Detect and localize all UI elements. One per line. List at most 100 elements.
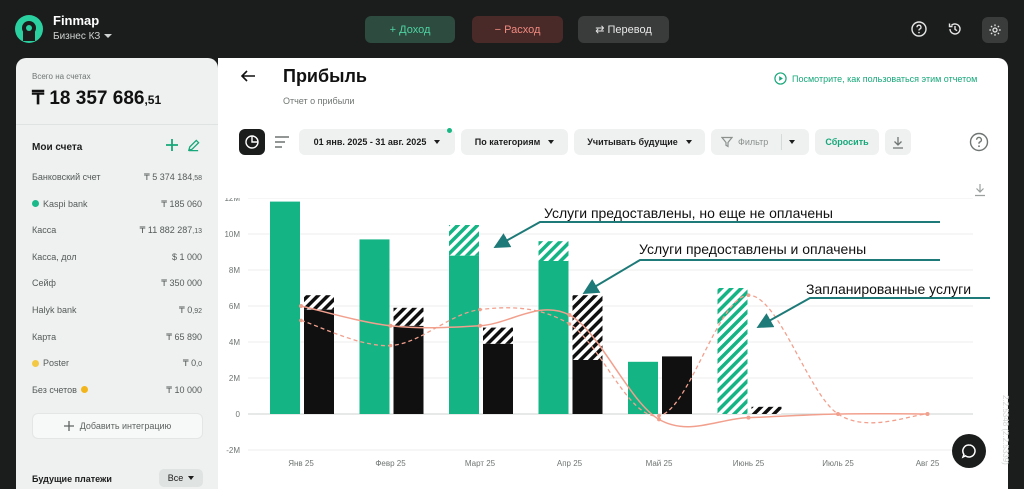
profit-point[interactable] [746, 415, 751, 420]
period-select[interactable]: 01 янв. 2025 - 31 авг. 2025 [299, 129, 455, 155]
planned-profit-point[interactable] [388, 343, 393, 348]
y-tick-label: 10M [224, 230, 240, 239]
reset-button[interactable]: Сбросить [815, 129, 879, 155]
profit-point[interactable] [478, 323, 482, 328]
company-selector[interactable]: Бизнес КЗ [53, 31, 113, 42]
chart-view-button[interactable] [239, 129, 265, 155]
chat-button[interactable] [952, 434, 986, 468]
planned-profit-point[interactable] [925, 412, 930, 416]
y-tick-label: -2M [226, 446, 240, 455]
future-payments-title: Будущие платежи [32, 474, 112, 484]
account-row[interactable]: Карта ₸ 65 890 [32, 332, 202, 346]
table-view-button[interactable] [269, 129, 295, 155]
planned-profit-point[interactable] [657, 414, 661, 418]
expense-bar[interactable] [304, 309, 334, 414]
account-row[interactable]: Касса, дол $ 1 000 [32, 252, 202, 266]
download-button[interactable] [885, 129, 911, 155]
chevron-down-icon [104, 34, 113, 39]
y-tick-label: 0 [236, 410, 241, 419]
planned-profit-point[interactable] [567, 322, 572, 326]
group-by-select[interactable]: По категориям [461, 129, 568, 155]
future-toggle-value: Учитывать будущие [587, 137, 678, 147]
help-circle-icon[interactable] [969, 132, 989, 152]
account-row[interactable]: Касса ₸ 11 882 287,13 [32, 225, 202, 239]
page-subtitle: Отчет о прибыли [283, 96, 355, 106]
account-color-dot [32, 359, 39, 367]
add-income-button[interactable]: + Доход [365, 16, 455, 43]
how-to-use-link[interactable]: Посмотрите, как пользоваться этим отчето… [774, 72, 977, 85]
income-bar[interactable] [270, 201, 300, 414]
income-bar[interactable] [538, 261, 569, 414]
filter-button[interactable]: Фильтр [711, 129, 809, 155]
y-tick-label: 4M [229, 338, 240, 347]
income-planned-bar[interactable] [538, 241, 569, 261]
chevron-down-icon [548, 140, 555, 144]
future-payments-select[interactable]: Все [159, 469, 203, 487]
account-balance: ₸ 65 890 [166, 332, 202, 343]
account-row[interactable]: Сейф ₸ 350 000 [32, 278, 202, 292]
account-name-text: Poster [43, 358, 70, 369]
history-icon[interactable] [944, 18, 966, 40]
account-name: Касса [32, 225, 56, 235]
expense-planned-bar[interactable] [483, 327, 513, 344]
future-toggle-select[interactable]: Учитывать будущие [574, 129, 705, 155]
account-name: Без счетов [32, 385, 88, 395]
future-select-value: Все [167, 473, 184, 483]
income-bar[interactable] [449, 255, 479, 414]
total-balance-decimals: ,51 [144, 93, 162, 107]
account-row[interactable]: Kaspi bank ₸ 185 060 [32, 199, 202, 213]
account-name-text: Касса [32, 225, 57, 236]
income-planned-bar[interactable] [717, 288, 748, 414]
edit-icon[interactable] [187, 139, 200, 152]
profit-point[interactable] [388, 323, 393, 328]
profit-point[interactable] [299, 304, 303, 308]
account-name: Halyk bank [32, 305, 77, 315]
planned-profit-point[interactable] [836, 412, 840, 416]
income-planned-bar[interactable] [449, 225, 479, 256]
x-tick-label: Июль 25 [822, 459, 854, 468]
account-row[interactable]: Банковский счет ₸ 5 374 184,58 [32, 172, 202, 186]
profit-point[interactable] [567, 313, 572, 317]
help-circle-icon[interactable] [908, 18, 930, 40]
add-account-icon[interactable] [165, 138, 179, 152]
add-transfer-button[interactable]: ⇄ Перевод [578, 16, 669, 43]
account-name: Карта [32, 332, 56, 342]
account-name: Банковский счет [32, 172, 101, 182]
expense-planned-bar[interactable] [751, 406, 782, 414]
chart-download-icon[interactable] [973, 183, 987, 197]
add-expense-button[interactable]: − Расход [472, 16, 563, 43]
income-bar[interactable] [359, 239, 390, 414]
expense-bar[interactable] [393, 325, 424, 414]
expense-bar[interactable] [483, 343, 513, 414]
settings-button[interactable] [982, 17, 1008, 43]
pie-chart-icon [245, 135, 259, 149]
expense-bar[interactable] [572, 360, 603, 414]
account-name: Poster [32, 358, 69, 368]
x-tick-label: Авг 25 [916, 459, 940, 468]
chevron-down-icon[interactable] [789, 140, 795, 144]
account-balance-main: ₸ 11 882 287 [139, 225, 193, 236]
back-arrow-icon[interactable] [240, 68, 256, 84]
brand-name: Finmap [53, 13, 100, 28]
expense-planned-bar[interactable] [393, 307, 424, 326]
chat-bubble-icon [961, 444, 976, 459]
account-row[interactable]: Poster ₸ 0,0 [32, 358, 202, 372]
filter-label: Фильтр [738, 137, 769, 147]
y-tick-label: 6M [229, 302, 240, 311]
sidebar: Всего на счетах ₸ 18 357 686,51 Мои счет… [16, 58, 218, 489]
account-row[interactable]: Halyk bank ₸ 0,92 [32, 305, 202, 319]
add-integration-button[interactable]: Добавить интеграцию [32, 413, 203, 439]
group-by-value: По категориям [474, 137, 541, 147]
divider [781, 134, 782, 150]
planned-profit-point[interactable] [478, 307, 482, 312]
account-balance-decimals: ,0 [196, 361, 202, 369]
planned-profit-point[interactable] [746, 293, 751, 297]
planned-profit-point[interactable] [299, 318, 303, 323]
account-row[interactable]: Без счетов ₸ 10 000 [32, 385, 202, 399]
profit-point[interactable] [657, 417, 661, 422]
expense-planned-bar[interactable] [572, 295, 603, 360]
account-balance-main: ₸ 10 000 [166, 384, 202, 395]
annotation-paid: Услуги предоставлены и оплачены [639, 241, 867, 257]
account-balance-decimals: ,92 [192, 308, 202, 315]
account-balance: ₸ 11 882 287,13 [140, 225, 202, 236]
